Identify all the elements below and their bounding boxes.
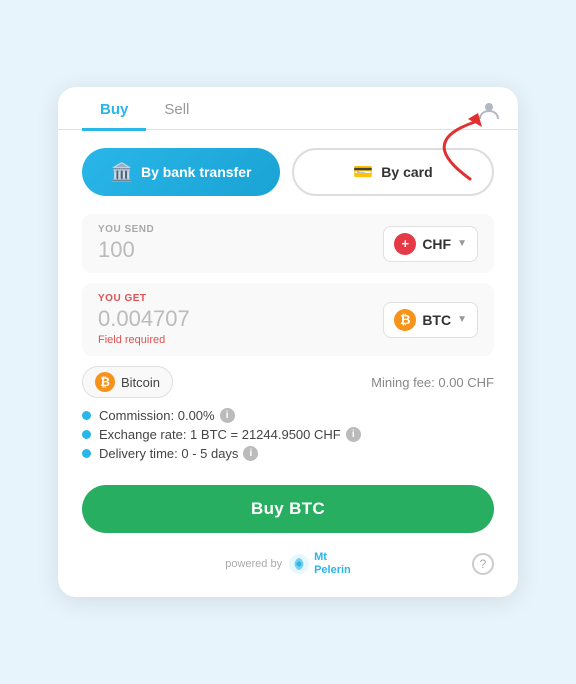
payment-row: 🏛️ By bank transfer 💳 By card [58,148,518,196]
bank-icon: 🏛️ [111,162,133,183]
commission-info-icon[interactable]: i [220,408,235,423]
coin-row: ₿ Bitcoin Mining fee: 0.00 CHF [58,366,518,398]
mining-fee: Mining fee: 0.00 CHF [371,375,494,390]
bitcoin-tag[interactable]: ₿ Bitcoin [82,366,173,398]
detail-rows: Commission: 0.00% i Exchange rate: 1 BTC… [58,404,518,471]
delivery-time-text: Delivery time: 0 - 5 days i [99,446,258,461]
chf-flag: + [394,233,416,255]
exchange-rate-dot [82,430,91,439]
chf-chevron: ▼ [457,238,467,249]
commission-row: Commission: 0.00% i [82,408,494,423]
pelerin-icon [288,553,310,575]
commission-text: Commission: 0.00% i [99,408,235,423]
receive-section: YOU GET 0.004707 Field required ₿ BTC ▼ [82,283,494,356]
pelerin-brand-text: Mt Pelerin [314,551,351,577]
help-icon[interactable]: ? [472,553,494,575]
card-icon: 💳 [353,162,373,182]
send-value[interactable]: 100 [98,237,154,263]
send-left: YOU SEND 100 [98,224,154,263]
chf-code: CHF [422,236,451,252]
btc-selector[interactable]: ₿ BTC ▼ [383,302,478,338]
pelerin-logo[interactable]: Mt Pelerin [288,551,351,577]
receive-left: YOU GET 0.004707 Field required [98,293,190,346]
tab-bar: Buy Sell [58,87,518,131]
btc-circle-icon: ₿ [95,372,115,392]
card-button[interactable]: 💳 By card [292,148,494,196]
btc-flag: ₿ [394,309,416,331]
coin-name: Bitcoin [121,375,160,390]
exchange-card: Buy Sell 🏛️ By bank transfer 💳 By card Y… [58,87,518,598]
bank-transfer-button[interactable]: 🏛️ By bank transfer [82,148,280,196]
delivery-time-dot [82,449,91,458]
field-required-text: Field required [98,334,190,346]
tab-sell[interactable]: Sell [146,87,207,131]
buy-btc-button[interactable]: Buy BTC [82,485,494,533]
btc-code: BTC [422,312,451,328]
exchange-rate-text: Exchange rate: 1 BTC = 21244.9500 CHF i [99,427,361,442]
chf-selector[interactable]: + CHF ▼ [383,226,478,262]
delivery-time-row: Delivery time: 0 - 5 days i [82,446,494,461]
receive-value[interactable]: 0.004707 [98,306,190,332]
btc-chevron: ▼ [457,314,467,325]
footer: powered by Mt Pelerin ? [58,551,518,577]
exchange-rate-info-icon[interactable]: i [346,427,361,442]
tab-buy[interactable]: Buy [82,87,146,131]
powered-by-text: powered by [225,558,282,570]
exchange-rate-row: Exchange rate: 1 BTC = 21244.9500 CHF i [82,427,494,442]
send-section: YOU SEND 100 + CHF ▼ [82,214,494,273]
receive-label: YOU GET [98,293,190,304]
commission-dot [82,411,91,420]
send-label: YOU SEND [98,224,154,235]
delivery-time-info-icon[interactable]: i [243,446,258,461]
